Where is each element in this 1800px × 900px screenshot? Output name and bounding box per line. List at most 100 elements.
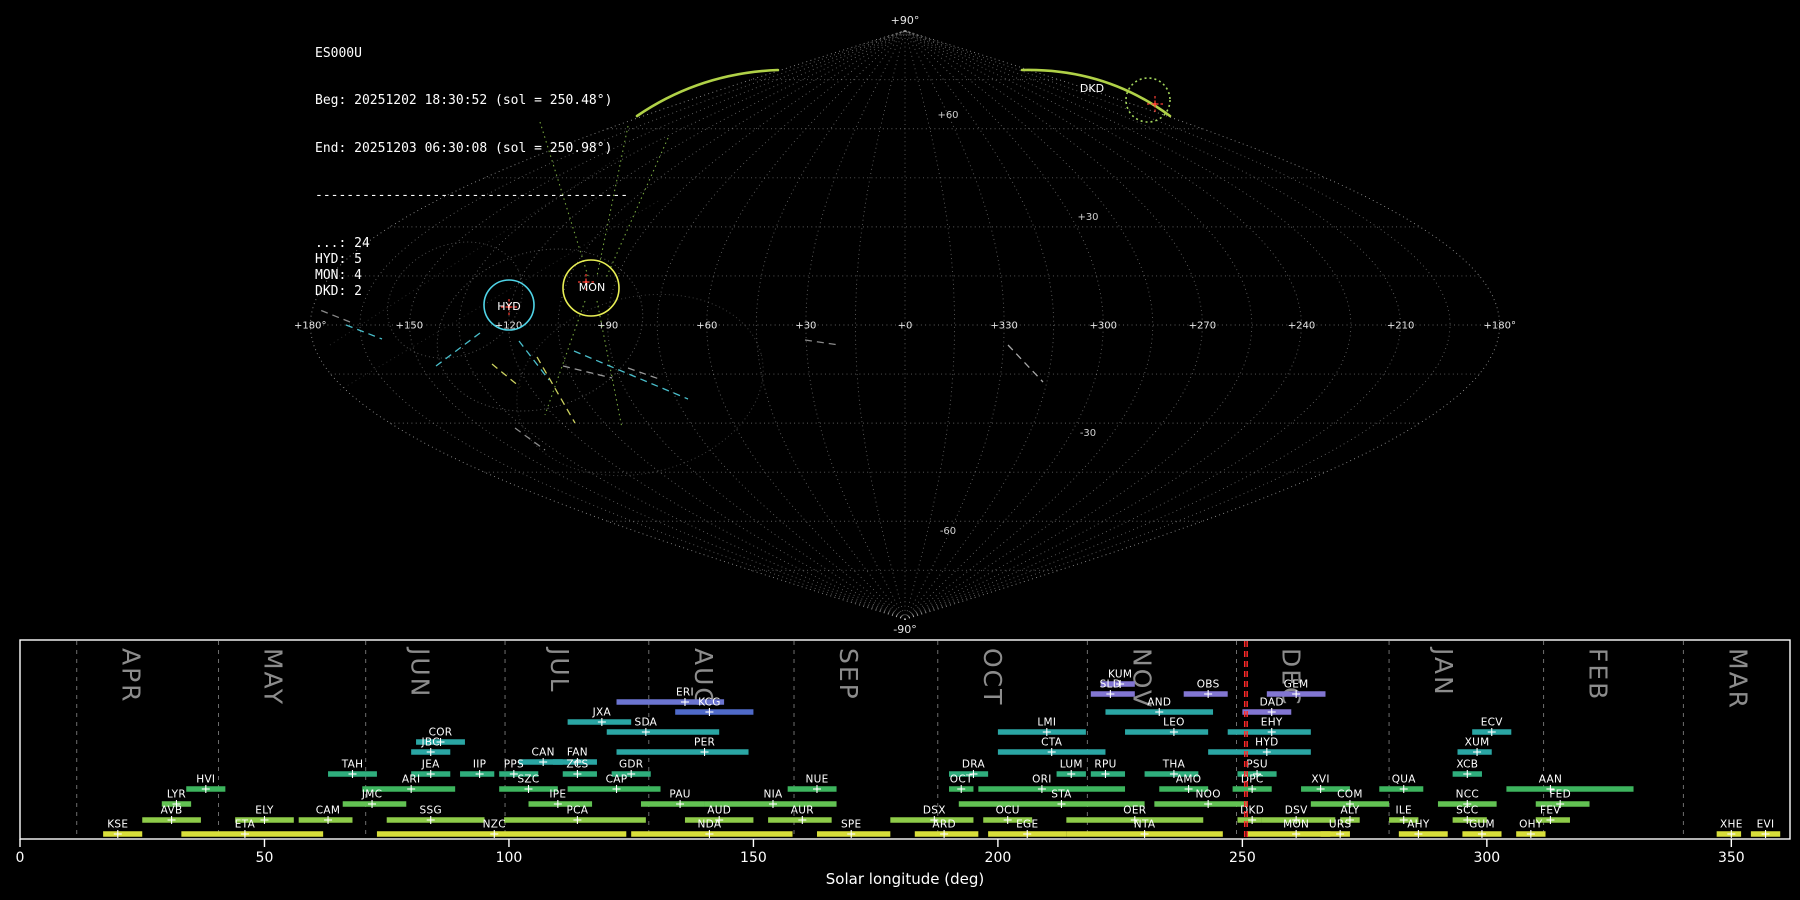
meteor-trail	[573, 350, 689, 400]
shower-label-kcg: KCG	[698, 697, 721, 709]
shower-label-mon: MON	[1283, 819, 1309, 831]
month-label: JUN	[406, 646, 435, 698]
shower-label-dkd: DKD	[1240, 805, 1264, 817]
shower-label-pca: PCA	[567, 805, 589, 817]
end-time: End: 20251203 06:30:08 (sol = 250.98°)	[315, 140, 613, 156]
shower-count-line: MON: 4	[315, 267, 362, 283]
header-separator: ----------------------------------------	[315, 188, 629, 204]
lon-label: +270	[1189, 321, 1216, 332]
shower-label-ari: ARI	[402, 774, 420, 786]
shower-label-hyd: HYD	[1255, 737, 1278, 749]
shower-bar-lmi	[997, 729, 1086, 735]
lon-label: +30	[795, 321, 816, 332]
shower-bar-sda	[606, 729, 720, 735]
lon-label: +300	[1090, 321, 1117, 332]
lat-label: +60	[937, 110, 958, 121]
ecliptic-arc	[635, 68, 780, 118]
lat-label: -30	[1080, 428, 1096, 439]
shower-label-scc: SCC	[1456, 805, 1478, 817]
shower-label-gem: GEM	[1284, 679, 1309, 691]
shower-count-list: ...: 24 HYD: 5 MON: 4 DKD: 2	[315, 236, 628, 299]
meteor-trail	[514, 427, 546, 451]
shower-count-line: HYD: 5	[315, 251, 362, 267]
shower-label-aan: AAN	[1539, 774, 1562, 786]
shower-label-noo: NOO	[1196, 789, 1221, 801]
lon-label: +330	[990, 321, 1017, 332]
shower-bar-eta	[181, 831, 324, 837]
shower-label-dad: DAD	[1260, 697, 1284, 709]
shower-label-evi: EVI	[1757, 819, 1775, 831]
meteor-trail	[518, 340, 550, 381]
meteor-trail	[627, 367, 663, 381]
shower-label-xvi: XVI	[1311, 774, 1329, 786]
shower-label-szc: SZC	[517, 774, 539, 786]
shower-label-jmc: JMC	[361, 789, 382, 801]
shower-bar-nue	[787, 786, 837, 792]
shower-label-gdr: GDR	[619, 759, 643, 771]
shower-label-ehy: EHY	[1261, 717, 1283, 729]
shower-label-ncc: NCC	[1456, 789, 1479, 801]
radiants-and-activity-plot: +180° +150 +120 +90 +60 +30 +0 +330 +300 +270 +240…	[16, 14, 1791, 888]
shower-label-xum: XUM	[1465, 737, 1490, 749]
shower-label-oct: OCT	[950, 774, 973, 786]
shower-label-avb: AVB	[161, 805, 183, 817]
shower-label-ohy: OHY	[1519, 819, 1543, 831]
shower-bar-urs	[1320, 831, 1350, 837]
radiant-marker-dot	[1153, 102, 1157, 106]
shower-label-urs: URS	[1329, 819, 1352, 831]
shower-label-nia: NIA	[763, 789, 783, 801]
shower-bar-per	[616, 749, 749, 755]
shower-label-dra: DRA	[962, 759, 986, 771]
shower-label-com: COM	[1337, 789, 1363, 801]
shower-bar-ssg	[386, 817, 485, 823]
shower-label-can: CAN	[532, 747, 555, 759]
shower-label-ssg: SSG	[420, 805, 442, 817]
axis-tick-label: 300	[1473, 850, 1500, 866]
pole-label-top: +90°	[891, 14, 920, 27]
shower-label-eri: ERI	[676, 687, 694, 699]
shower-label-tha: THA	[1162, 759, 1186, 771]
shower-label-ocu: OCU	[996, 805, 1020, 817]
shower-label-aur: AUR	[791, 805, 814, 817]
axis-tick-label: 350	[1718, 850, 1745, 866]
shower-bar-mon	[1247, 831, 1331, 837]
shower-label-leo: LEO	[1163, 717, 1185, 729]
shower-label-hvi: HVI	[196, 774, 215, 786]
shower-label-lyr: LYR	[167, 789, 186, 801]
shower-bar-hyd	[1208, 749, 1311, 755]
shower-bar-kse	[103, 831, 143, 837]
shower-bar-sta	[958, 801, 1145, 807]
month-label: APR	[117, 648, 146, 704]
shower-bar-leo	[1125, 729, 1209, 735]
month-label: MAY	[259, 648, 288, 706]
shower-label-gum: GUM	[1469, 819, 1495, 831]
shower-label-sld: SLD	[1100, 679, 1122, 691]
shower-label-qua: QUA	[1392, 774, 1417, 786]
shower-label-pau: PAU	[669, 789, 690, 801]
lon-label: +210	[1387, 321, 1414, 332]
month-label: JUL	[545, 646, 574, 694]
shower-label-amo: AMO	[1176, 774, 1201, 786]
shower-label-and: AND	[1147, 697, 1171, 709]
shower-label-ely: ELY	[255, 805, 274, 817]
lat-label: -60	[940, 526, 956, 537]
shower-label-ipe: IPE	[549, 789, 566, 801]
shower-label-fev: FEV	[1540, 805, 1561, 817]
shower-label-spe: SPE	[841, 819, 862, 831]
begin-time: Beg: 20251202 18:30:52 (sol = 250.48°)	[315, 93, 613, 109]
shower-label-fan: FAN	[567, 747, 588, 759]
lat-label: +30	[1077, 212, 1098, 223]
shower-bar-dad	[1242, 709, 1292, 715]
shower-label-tah: TAH	[341, 759, 364, 771]
shower-label-fed: FED	[1549, 789, 1571, 801]
shower-label-dsx: DSX	[923, 805, 946, 817]
shower-label-xhe: XHE	[1720, 819, 1743, 831]
month-label: JAN	[1429, 646, 1458, 697]
shower-label-ori: ORI	[1032, 774, 1052, 786]
shower-bar-nzc	[376, 831, 627, 837]
shower-count-line: ...: 24	[315, 236, 370, 252]
shower-label-oer: OER	[1123, 805, 1146, 817]
shower-label-ard: ARD	[932, 819, 955, 831]
shower-label-jea: JEA	[421, 759, 440, 771]
shower-label-lum: LUM	[1060, 759, 1083, 771]
